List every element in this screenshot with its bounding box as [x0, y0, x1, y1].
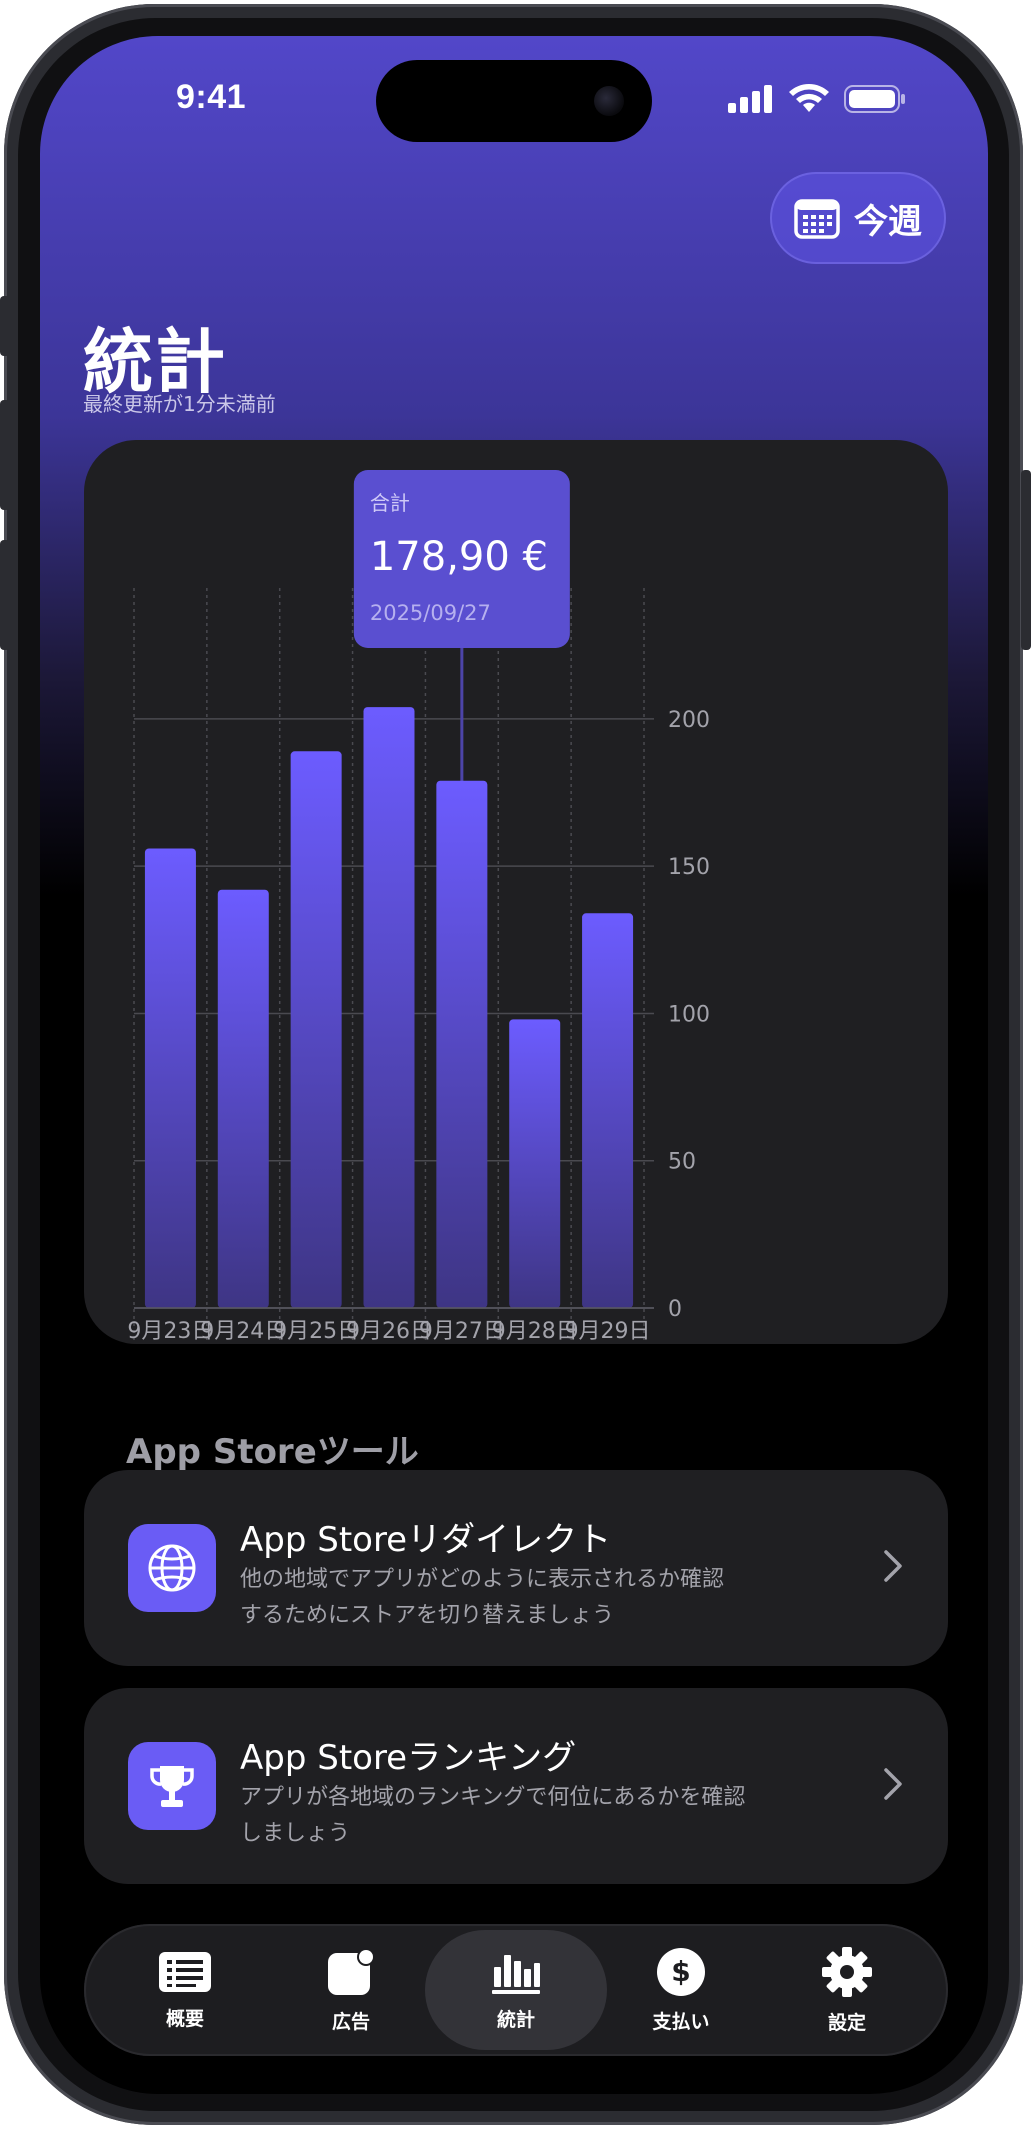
chevron-right-icon [884, 1768, 902, 1800]
tool-description-line: しましょう [240, 1821, 351, 1846]
gear-icon [822, 1946, 872, 1997]
volume-down-button [0, 540, 10, 650]
tool-description: アプリが各地域のランキングで何位にあるかを確認 しましょう [240, 1780, 800, 1852]
tooltip-date: 2025/09/27 [370, 601, 491, 625]
svg-text:$: $ [671, 1955, 690, 1988]
tab-statistics[interactable]: 統計 [425, 1930, 607, 2050]
bar [509, 1019, 561, 1308]
trophy-icon [150, 1766, 194, 1807]
tab-label: 設定 [827, 2011, 866, 2034]
power-button [1021, 470, 1031, 650]
bar [217, 889, 269, 1308]
tool-title: App Storeリダイレクト [240, 1520, 612, 1560]
bar [363, 707, 415, 1308]
x-tick-label: 9月29日 [565, 1319, 651, 1344]
section-title-app-store-tools: App Storeツール [126, 1432, 419, 1472]
tab-label: 支払い [652, 2010, 710, 2033]
tab-ads[interactable]: 広告 [268, 1930, 434, 2050]
tab-overview[interactable]: 概要 [102, 1930, 268, 2050]
tool-description: 他の地域でアプリがどのように表示されるか確認 するためにストアを切り替えましょう [240, 1562, 800, 1634]
tool-icon-badge [128, 1524, 216, 1612]
tool-icon-badge [128, 1742, 216, 1830]
bar [290, 751, 342, 1308]
tab-payments[interactable]: $ 支払い [598, 1930, 764, 2050]
tool-description-line: 他の地域でアプリがどのように表示されるか確認 [240, 1567, 725, 1592]
bar [144, 848, 196, 1308]
wifi-icon [789, 84, 829, 112]
tab-bar: 概要 広告 統計 $ 支払い 設定 [84, 1924, 948, 2056]
camera-icon [594, 86, 624, 116]
tab-label: 広告 [331, 2010, 370, 2033]
screen: 9:41 今週 統計 最終更新が1分未満前 0 50 100 150 200 9… [40, 36, 988, 2094]
battery-icon [844, 85, 905, 113]
dynamic-island [376, 60, 652, 142]
tool-description-line: するためにストアを切り替えましょう [240, 1603, 615, 1628]
revenue-bar-chart[interactable]: 0501001502009月23日9月24日9月25日9月26日9月27日9月2… [84, 440, 948, 1344]
week-filter-button[interactable]: 今週 [770, 172, 946, 264]
list-icon [159, 1951, 211, 1992]
cellular-signal-icon [728, 85, 772, 113]
y-tick-label: 100 [668, 1002, 710, 1027]
ads-icon [328, 1947, 375, 1995]
chart-card: 0 50 100 150 200 9月23日 9月24日 9月25日 9月26日 9月27日 9月2… [84, 440, 948, 1344]
y-tick-label: 0 [668, 1297, 682, 1322]
tool-title: App Storeランキング [240, 1738, 577, 1778]
bar-chart-icon [492, 1954, 540, 1994]
bar [582, 913, 634, 1308]
calendar-icon [794, 199, 840, 239]
last-updated-text: 最終更新が1分未満前 [83, 392, 276, 416]
tab-label: 統計 [496, 2008, 535, 2031]
chevron-right-icon [884, 1550, 902, 1582]
tab-settings[interactable]: 設定 [764, 1930, 930, 2050]
y-tick-label: 150 [668, 855, 710, 880]
week-filter-label: 今週 [854, 201, 922, 242]
tab-label: 概要 [165, 2007, 204, 2030]
globe-icon [148, 1544, 196, 1592]
volume-up-button [0, 400, 10, 510]
dollar-icon: $ [657, 1947, 705, 1996]
action-button [0, 296, 10, 356]
tooltip-value: 178,90 € [370, 534, 548, 580]
tool-description-line: アプリが各地域のランキングで何位にあるかを確認 [240, 1785, 746, 1810]
app-store-ranking-card[interactable]: App Storeランキング アプリが各地域のランキングで何位にあるかを確認 し… [84, 1688, 948, 1884]
bar [436, 780, 488, 1308]
status-icons [728, 84, 906, 114]
y-tick-label: 200 [668, 708, 710, 733]
status-time: 9:41 [176, 78, 247, 116]
app-store-redirect-card[interactable]: App Storeリダイレクト 他の地域でアプリがどのように表示されるか確認 す… [84, 1470, 948, 1666]
tooltip-label: 合計 [370, 491, 410, 515]
y-tick-label: 50 [668, 1150, 696, 1175]
